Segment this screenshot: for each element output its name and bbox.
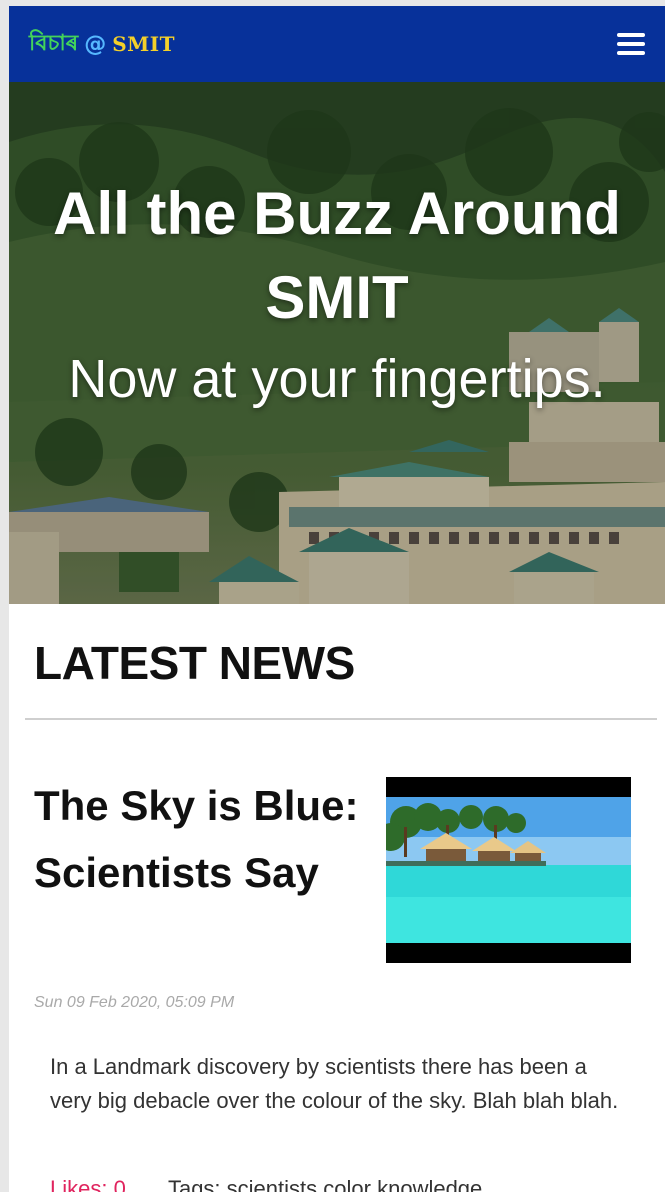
hero-subtitle: Now at your fingertips. — [68, 349, 606, 409]
tag-item[interactable]: knowledge — [377, 1176, 482, 1192]
hamburger-menu-icon[interactable] — [615, 30, 649, 58]
navbar: বিচাৰ @ SMIT — [9, 6, 665, 82]
app-viewport: বিচাৰ @ SMIT All the Buzz Around SMIT No… — [9, 6, 665, 1192]
hero-title: All the Buzz Around SMIT — [53, 180, 621, 331]
tags-list: Tags: scientists color knowledge — [168, 1176, 482, 1192]
tropical-beach-image — [377, 777, 631, 963]
campus-background-image — [9, 82, 665, 604]
news-title[interactable]: The Sky is Blue: Scientists Say — [34, 772, 374, 906]
tag-item[interactable]: color — [323, 1176, 371, 1192]
page: বিচাৰ @ SMIT All the Buzz Around SMIT No… — [0, 0, 665, 1192]
news-date: Sun 09 Feb 2020, 05:09 PM — [34, 994, 235, 1011]
news-thumbnail-image[interactable] — [377, 777, 631, 963]
brand-native-text: বিচাৰ — [29, 30, 79, 56]
brand-name: SMIT — [112, 32, 176, 56]
latest-news-heading: LATEST NEWS — [34, 637, 355, 689]
likes-count[interactable]: Likes: 0 — [50, 1176, 126, 1192]
tags-label: Tags: — [167, 1176, 221, 1192]
news-body: In a Landmark discovery by scientists th… — [50, 1054, 619, 1113]
news-meta: Likes: 0 Tags: scientists color knowledg… — [50, 1174, 482, 1192]
hero-banner: All the Buzz Around SMIT Now at your fin… — [9, 82, 665, 604]
section-divider — [25, 718, 657, 720]
brand-at-sign: @ — [84, 31, 107, 57]
brand-logo[interactable]: বিচাৰ @ SMIT — [29, 26, 175, 62]
tag-item[interactable]: scientists — [227, 1176, 317, 1192]
